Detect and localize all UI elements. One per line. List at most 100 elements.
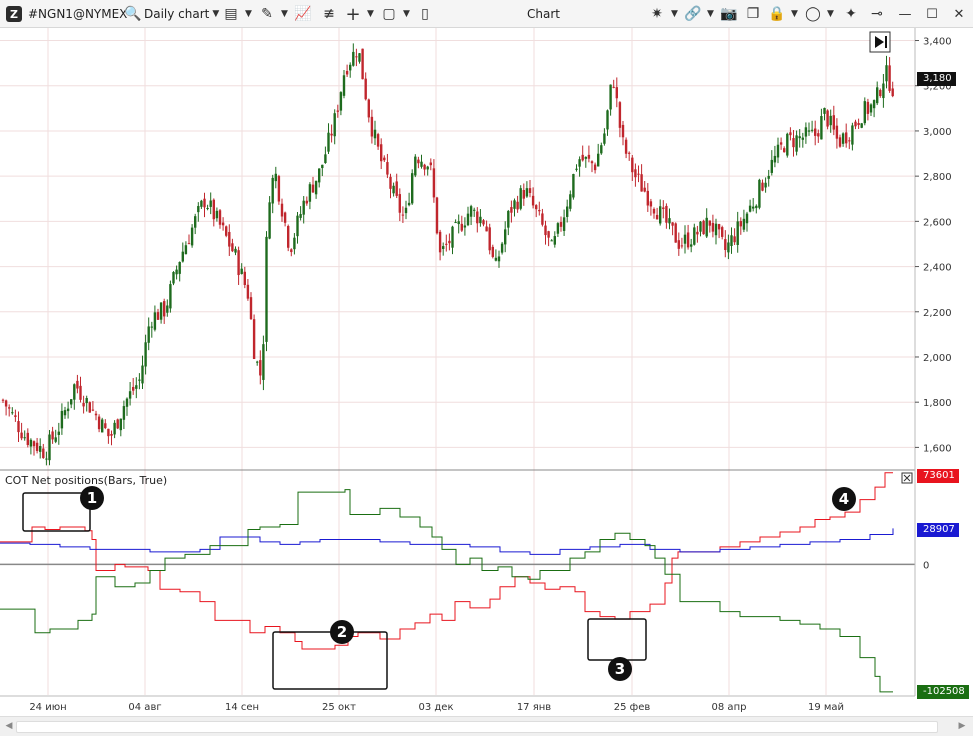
candle-body xyxy=(544,225,547,236)
candle-body xyxy=(54,437,57,442)
candle-body xyxy=(352,51,355,66)
template-icon[interactable]: ≢ xyxy=(318,0,340,28)
candle-body xyxy=(163,301,166,317)
candle-body xyxy=(240,268,243,275)
candle-body xyxy=(445,243,448,245)
candle-body xyxy=(293,237,296,250)
candle-body xyxy=(200,200,203,207)
candle-body xyxy=(634,169,637,178)
lock-icon[interactable]: 🔒 ▼ xyxy=(766,0,798,28)
indicator-title[interactable]: COT Net positions(Bars, True) xyxy=(5,474,167,487)
layout-icon[interactable]: ▢ ▼ xyxy=(378,0,410,28)
chart-area[interactable]: 3,4003,2003,0002,8002,6002,4002,2002,000… xyxy=(0,28,973,716)
candle-body xyxy=(370,116,374,137)
candle-body xyxy=(457,221,460,225)
candle-body xyxy=(132,386,135,391)
candle-body xyxy=(612,86,615,88)
candle-body xyxy=(147,326,150,343)
copy-icon[interactable]: ❐ xyxy=(742,0,764,28)
candle-body xyxy=(696,231,699,235)
time-axis-label: 04 авг xyxy=(128,702,161,713)
chart-type-icon[interactable]: ▤ ▼ xyxy=(220,0,252,28)
search-icon[interactable]: 🔍 xyxy=(122,0,144,28)
horizontal-scrollbar[interactable]: ◀ ▶ xyxy=(0,716,973,736)
scroll-left-icon[interactable]: ◀ xyxy=(2,719,16,733)
candle-body xyxy=(184,245,188,255)
candle-body xyxy=(569,194,572,209)
candle-body xyxy=(869,104,873,113)
candle-body xyxy=(383,157,386,161)
candle-body xyxy=(4,400,8,407)
candle-body xyxy=(683,234,687,244)
candle-body xyxy=(671,222,674,226)
candle-body xyxy=(733,236,736,243)
time-axis-label: 17 янв xyxy=(517,702,551,713)
candle-body xyxy=(649,201,653,207)
candle-body xyxy=(451,226,454,248)
cot-blue-value-tag: 28907 xyxy=(917,523,959,537)
candle-body xyxy=(392,185,395,194)
candle-body xyxy=(302,200,305,215)
chart-toolbar: Z #NGN1@NYMEX 🔍 Daily chart ▼ ▤ ▼ ✎ ▼ 📈 ≢ +… xyxy=(0,0,973,28)
cot-red-value-tag: 73601 xyxy=(917,469,959,483)
candle-body xyxy=(810,129,814,131)
camera-icon[interactable]: 📷 xyxy=(718,0,740,28)
draw-pencil-icon[interactable]: ✎ ▼ xyxy=(256,0,288,28)
maximize-button[interactable]: ☐ xyxy=(918,0,946,28)
time-axis-label: 19 май xyxy=(808,702,844,713)
columns-icon[interactable]: ▯ xyxy=(414,0,436,28)
timeframe-label: Daily chart xyxy=(144,7,210,21)
time-axis-label: 08 апр xyxy=(712,702,747,713)
candle-body xyxy=(203,198,206,208)
candle-body xyxy=(587,154,591,159)
link-icon[interactable]: 🔗 ▼ xyxy=(682,0,714,28)
close-button[interactable]: ✕ xyxy=(945,0,973,28)
candle-body xyxy=(727,242,730,253)
candle-body xyxy=(364,78,367,100)
candle-body xyxy=(609,84,612,110)
candle-body xyxy=(814,128,817,136)
candle-body xyxy=(125,398,129,407)
candle-body xyxy=(150,326,153,328)
scroll-right-icon[interactable]: ▶ xyxy=(955,719,969,733)
callout-2: 2 xyxy=(330,620,354,644)
candle-body xyxy=(256,361,259,363)
magnet-icon[interactable]: ✷ ▼ xyxy=(646,0,678,28)
candle-body xyxy=(429,162,432,166)
candle-body xyxy=(826,110,829,127)
minimize-button[interactable]: — xyxy=(891,0,919,28)
candle-body xyxy=(888,65,891,91)
candle-body xyxy=(26,432,29,446)
candle-body xyxy=(717,224,721,230)
timeframe-selector[interactable]: Daily chart ▼ xyxy=(144,0,219,28)
candle-body xyxy=(553,236,556,245)
color-circle-icon[interactable]: ◯ ▼ xyxy=(802,0,834,28)
candle-body xyxy=(268,202,271,239)
candle-body xyxy=(70,399,73,405)
candle-body xyxy=(748,205,752,212)
candle-body xyxy=(51,431,54,440)
candle-body xyxy=(11,412,14,414)
candle-body xyxy=(708,220,711,226)
candle-body xyxy=(581,154,584,161)
candle-body xyxy=(367,99,370,118)
cot-red-line xyxy=(0,472,893,650)
candle-body xyxy=(23,437,26,439)
candle-body xyxy=(466,213,470,226)
candle-body xyxy=(876,87,879,104)
candle-body xyxy=(318,168,321,183)
indicators-icon[interactable]: 📈 xyxy=(292,0,314,28)
candle-body xyxy=(584,156,587,159)
candle-body xyxy=(311,184,315,193)
settings-tools-icon[interactable]: ✦ xyxy=(840,0,862,28)
candle-body xyxy=(209,200,212,207)
symbol-label[interactable]: #NGN1@NYMEX xyxy=(28,0,127,28)
crosshair-icon[interactable]: + ▼ xyxy=(342,0,373,28)
scroll-thumb[interactable] xyxy=(16,721,938,733)
candle-body xyxy=(79,385,82,400)
candle-body xyxy=(116,419,119,429)
candle-body xyxy=(42,448,45,458)
candle-body xyxy=(48,434,51,461)
candle-body xyxy=(330,133,333,136)
pin-icon[interactable]: ⊸ xyxy=(866,0,888,28)
